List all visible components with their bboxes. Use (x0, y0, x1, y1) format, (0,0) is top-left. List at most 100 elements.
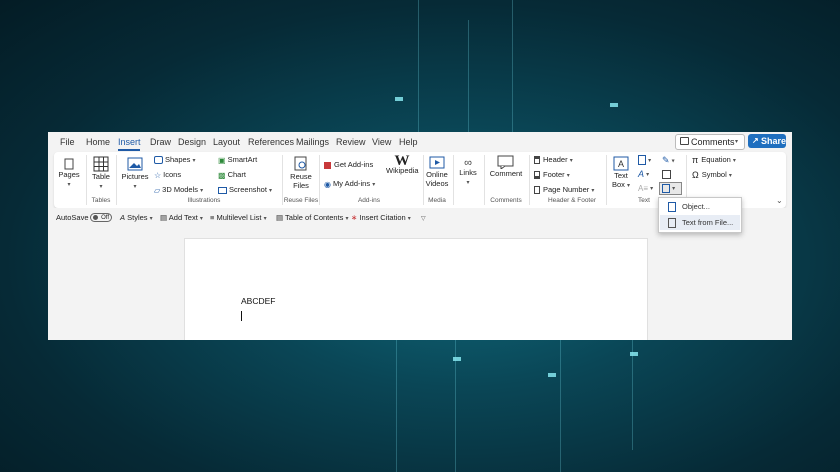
tab-layout[interactable]: Layout (213, 137, 240, 147)
svg-text:A: A (618, 159, 624, 169)
document-text[interactable]: ABCDEF (241, 296, 275, 306)
tab-view[interactable]: View (372, 137, 391, 147)
group-label-comments: Comments (490, 197, 522, 204)
group-label-illustrations: Illustrations (187, 197, 221, 204)
links-button[interactable]: ∞ Links ▾ (457, 156, 479, 188)
wikipedia-button[interactable]: W Wikipedia (386, 152, 419, 175)
online-videos-button[interactable]: Online Videos (425, 156, 449, 188)
chevron-down-icon: ▾ (199, 216, 203, 222)
shapes-button[interactable]: Shapes ▾ (154, 155, 196, 165)
chart-button[interactable]: ▩ Chart (218, 170, 246, 180)
menu-item-object[interactable]: Object... (660, 199, 740, 214)
smartart-label: SmartArt (227, 155, 258, 164)
chevron-down-icon: ▾ (200, 188, 204, 194)
pictures-button[interactable]: Pictures ▾ (120, 156, 150, 192)
chevron-down-icon: ▾ (133, 184, 137, 190)
customize-toolbar-button[interactable]: ▽ (421, 213, 426, 222)
table-of-contents-button[interactable]: ▤ Table of Contents ▾ (276, 213, 349, 222)
3d-models-button[interactable]: ▱ 3D Models ▾ (154, 185, 203, 195)
my-add-ins-button[interactable]: ◉ My Add-ins ▾ (324, 179, 375, 189)
screenshot-icon (218, 186, 227, 194)
tab-file[interactable]: File (60, 137, 75, 147)
tab-insert[interactable]: Insert (118, 137, 141, 147)
insert-citation-button[interactable]: ∗ Insert Citation ▾ (351, 213, 411, 222)
footer-button[interactable]: Footer ▾ (534, 170, 570, 180)
tab-mailings[interactable]: Mailings (296, 137, 329, 147)
links-label: Links (459, 167, 477, 177)
styles-button[interactable]: A Styles ▾ (120, 213, 153, 222)
header-button[interactable]: Header ▾ (534, 155, 573, 165)
footer-label: Footer (543, 170, 565, 179)
link-icon: ∞ (464, 156, 472, 169)
comment-button[interactable]: Comment (488, 155, 524, 178)
add-in-icon: ◉ (324, 179, 331, 189)
tab-help[interactable]: Help (399, 137, 418, 147)
tab-review[interactable]: Review (336, 137, 366, 147)
group-label-add-ins: Add-ins (357, 197, 381, 204)
page-number-label: Page Number (543, 185, 590, 194)
table-button[interactable]: Table ▾ (90, 156, 112, 192)
text-box-icon: A (613, 156, 629, 171)
quick-parts-button[interactable]: ▾ (638, 155, 651, 166)
drop-cap-button[interactable]: A≡ ▾ (638, 183, 653, 193)
equation-button[interactable]: π Equation ▾ (692, 155, 736, 165)
comments-label: Comments (691, 137, 735, 147)
autosave-toggle[interactable]: Off (90, 212, 112, 222)
icons-button[interactable]: ☆ Icons (154, 170, 181, 180)
page-number-icon (534, 186, 540, 195)
chevron-down-icon: ▾ (466, 179, 470, 186)
pages-button[interactable]: Pages ▾ (58, 158, 80, 190)
table-label: Table (92, 172, 110, 181)
date-time-button[interactable] (662, 169, 671, 179)
tab-draw[interactable]: Draw (150, 137, 171, 147)
signature-line-button[interactable]: ✎ ▾ (662, 155, 675, 166)
insert-citation-label: Insert Citation (359, 213, 406, 222)
text-box-button[interactable]: A Text Box ▾ (610, 156, 632, 191)
styles-label: Styles (127, 213, 148, 222)
chevron-down-icon: ▾ (728, 173, 732, 179)
file-icon (668, 218, 676, 228)
page-number-button[interactable]: Page Number ▾ (534, 185, 594, 195)
tab-design[interactable]: Design (178, 137, 206, 147)
icons-label: Icons (163, 170, 182, 179)
reuse-files-button[interactable]: Reuse Files (286, 156, 316, 190)
share-icon: ↗ (752, 136, 759, 145)
pages-label: Pages (58, 170, 80, 179)
get-add-ins-button[interactable]: Get Add-ins (324, 160, 373, 169)
document-page[interactable]: ABCDEF (184, 238, 648, 340)
wikipedia-icon: W (394, 152, 410, 169)
chevron-down-icon: ▾ (569, 158, 573, 164)
citation-icon: ∗ (351, 213, 358, 222)
chevron-down-icon: ▾ (671, 158, 675, 165)
group-label-header-footer: Header & Footer (547, 197, 597, 204)
collapse-ribbon-icon[interactable]: ⌄ (776, 196, 783, 205)
active-tab-indicator (118, 149, 140, 151)
chevron-down-icon: ▾ (149, 216, 153, 222)
chevron-down-icon: ▾ (99, 184, 103, 190)
table-icon (93, 156, 109, 172)
chevron-down-icon: ▾ (345, 216, 349, 222)
page-icon (64, 158, 74, 170)
screenshot-button[interactable]: Screenshot ▾ (218, 185, 272, 194)
tab-home[interactable]: Home (86, 137, 110, 147)
multilevel-list-button[interactable]: ≡ Multilevel List ▾ (210, 213, 267, 222)
tab-references[interactable]: References (248, 137, 294, 147)
wordart-button[interactable]: A ▾ (638, 169, 649, 179)
pictures-label: Pictures (121, 172, 149, 181)
chevron-down-icon: ▾ (732, 158, 736, 164)
smartart-button[interactable]: ▣ SmartArt (218, 155, 257, 165)
wikipedia-label: Wikipedia (386, 165, 419, 175)
chevron-down-icon: ▾ (735, 139, 739, 145)
chevron-down-icon: ▾ (269, 188, 273, 194)
cube-icon: ▱ (154, 185, 161, 195)
object-button[interactable]: ▾ (659, 182, 682, 195)
chevron-down-icon: ▾ (192, 158, 196, 164)
comment-label: Comment (489, 169, 523, 178)
comments-button[interactable]: Comments ▾ (675, 134, 745, 150)
share-button[interactable]: ↗ Share (748, 134, 786, 148)
online-videos-label-line1: Online (426, 170, 448, 179)
add-text-button[interactable]: ▤ Add Text ▾ (160, 213, 203, 222)
group-separator (319, 155, 320, 205)
menu-item-text-from-file[interactable]: Text from File... (660, 215, 740, 230)
symbol-button[interactable]: Ω Symbol ▾ (692, 170, 732, 180)
